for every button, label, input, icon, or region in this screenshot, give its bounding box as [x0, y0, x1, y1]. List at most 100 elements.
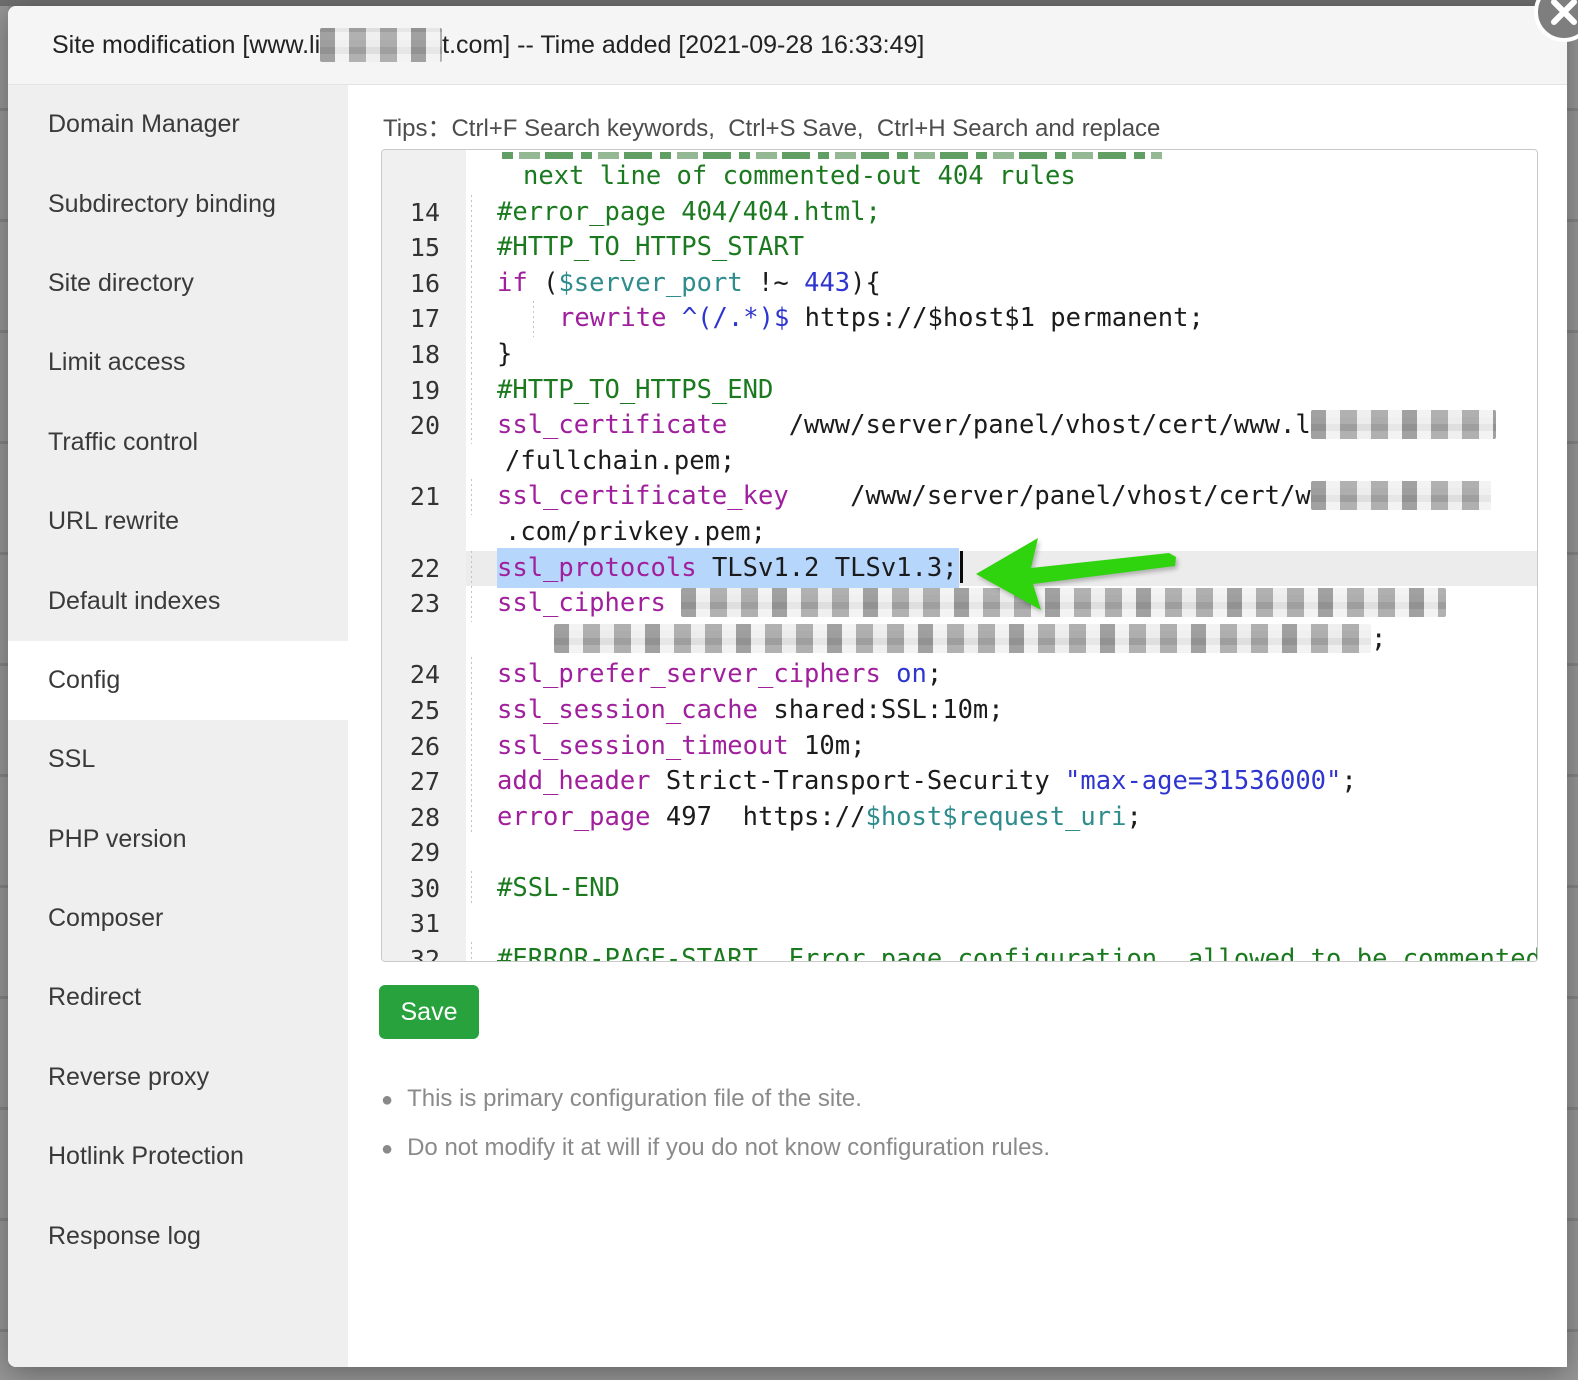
line-number: 22	[382, 550, 466, 587]
tips-line: Tips：Ctrl+F Search keywords, Ctrl+S Save…	[383, 108, 1160, 143]
code-line-28: 28 error_page 497 https://$host$request_u…	[382, 799, 1537, 836]
indent-guide	[471, 194, 472, 231]
sidebar-item-composer[interactable]: Composer	[8, 879, 348, 958]
code-text: ssl_session_timeout 10m;	[497, 730, 866, 761]
code-line: ;	[382, 621, 1537, 658]
sidebar-item-traffic-control[interactable]: Traffic control	[8, 403, 348, 482]
redacted-code-blur	[554, 623, 1371, 653]
code-text: #error_page 404/404.html;	[497, 196, 881, 227]
sidebar-item-limit-access[interactable]: Limit access	[8, 323, 348, 402]
bullet-icon: ●	[381, 1138, 394, 1160]
line-number: 32	[382, 942, 466, 961]
line-number: 24	[382, 657, 466, 693]
text-cursor	[959, 550, 963, 583]
save-button[interactable]: Save	[379, 985, 479, 1039]
code-line: .com/privkey.pem;	[382, 514, 1537, 551]
code-line-25: 25 ssl_session_cache shared:SSL:10m;	[382, 692, 1537, 729]
code-text: ssl_session_cache shared:SSL:10m;	[497, 694, 1004, 725]
note-item: ● Do not modify it at will if you do not …	[381, 1134, 1051, 1161]
line-number: 23	[382, 586, 466, 622]
indent-guide	[471, 301, 472, 337]
line-number	[382, 159, 466, 195]
code-line-20: 20 ssl_certificate /www/server/panel/vhos…	[382, 408, 1537, 444]
indent-guide	[471, 479, 472, 515]
sidebar-item-reverse-proxy[interactable]: Reverse proxy	[8, 1038, 348, 1117]
indent-guide	[533, 301, 534, 337]
code-line-26: 26 ssl_session_timeout 10m;	[382, 728, 1537, 765]
indent-guide	[471, 408, 472, 444]
code-text: }	[497, 338, 513, 369]
code-line-23: 23 ssl_ciphers	[382, 586, 1537, 622]
line-number	[382, 514, 466, 551]
line-number: 26	[382, 728, 466, 765]
code-line-21: 21 ssl_certificate_key /www/server/panel/…	[382, 479, 1537, 515]
code-text: ssl_prefer_server_ciphers on;	[497, 659, 943, 690]
indent-guide	[471, 550, 472, 587]
sidebar-item-subdirectory-binding[interactable]: Subdirectory binding	[8, 164, 348, 243]
sidebar-item-domain-manager[interactable]: Domain Manager	[8, 85, 348, 164]
line-number: 28	[382, 799, 466, 836]
line-number: 25	[382, 692, 466, 729]
code-text: if ($server_port !~ 443){	[497, 267, 881, 298]
indent-guide	[471, 764, 472, 800]
redacted-code-blur	[681, 588, 1447, 618]
indent-guide	[471, 336, 472, 373]
line-number: 21	[382, 479, 466, 515]
code-text: /fullchain.pem;	[505, 445, 736, 476]
line-number: 31	[382, 906, 466, 943]
bullet-icon: ●	[381, 1089, 394, 1111]
sidebar-item-php-version[interactable]: PHP version	[8, 800, 348, 879]
code-line-30: 30 #SSL-END	[382, 870, 1537, 907]
code-rows: next line of commented-out 404 rules 14 #e…	[382, 159, 1537, 961]
sidebar-item-hotlink-protection[interactable]: Hotlink Protection	[8, 1117, 348, 1196]
indent-guide	[471, 942, 472, 961]
dialog-header: Site modification [www.li t.com] -- Time …	[8, 6, 1567, 85]
sidebar-item-ssl[interactable]: SSL	[8, 720, 348, 799]
code-line-29: 29	[382, 835, 1537, 871]
code-text: rewrite ^(/.*)$ https://$host$1 permanen…	[559, 303, 1204, 334]
line-number: 30	[382, 870, 466, 907]
line-number: 29	[382, 835, 466, 871]
note-item: ● This is primary configuration file of t…	[381, 1085, 862, 1112]
clipped-top-line	[502, 152, 1162, 159]
line-number: 20	[382, 408, 466, 444]
indent-guide	[471, 657, 472, 693]
code-text: ssl_protocols TLSv1.2 TLSv1.3;	[466, 547, 1537, 588]
code-text: add_header Strict-Transport-Security "ma…	[497, 766, 1357, 797]
config-editor[interactable]: next line of commented-out 404 rules 14 #e…	[381, 149, 1538, 962]
sidebar-item-default-indexes[interactable]: Default indexes	[8, 561, 348, 640]
code-text: ssl_ciphers	[466, 586, 1537, 622]
sidebar-item-site-directory[interactable]: Site directory	[8, 244, 348, 323]
line-number: 27	[382, 764, 466, 800]
page-behind-right-strip	[1567, 0, 1578, 1380]
sidebar-item-config[interactable]: Config	[8, 640, 348, 721]
sidebar-item-redirect[interactable]: Redirect	[8, 958, 348, 1037]
code-text: ssl_certificate_key /www/server/panel/vh…	[466, 479, 1537, 515]
line-number	[382, 443, 466, 480]
code-line-27: 27 add_header Strict-Transport-Security "…	[382, 764, 1537, 800]
tips-label: Tips：	[383, 115, 452, 142]
code-line-15: 15 #HTTP_TO_HTTPS_START	[382, 230, 1537, 266]
sidebar: Domain Manager Subdirectory binding Site d…	[8, 85, 348, 1367]
selected-text: ssl_protocols TLSv1.2 TLSv1.3;	[497, 547, 959, 588]
code-line-18: 18}	[382, 336, 1537, 373]
code-text: ;	[466, 622, 1537, 658]
code-line-32: 32 #ERROR-PAGE-START Error page configura…	[382, 942, 1537, 961]
code-text: error_page 497 https://$host$request_uri…	[497, 801, 1142, 832]
code-line: next line of commented-out 404 rules	[382, 159, 1537, 195]
line-number: 15	[382, 230, 466, 266]
sidebar-item-response-log[interactable]: Response log	[8, 1196, 348, 1275]
line-number: 18	[382, 336, 466, 373]
code-line-16: 16 if ($server_port !~ 443){	[382, 265, 1537, 302]
indent-guide	[471, 372, 472, 409]
line-number: 17	[382, 301, 466, 337]
page-behind-left-strip	[0, 0, 8, 1380]
line-number: 16	[382, 265, 466, 302]
dialog-title: Site modification [www.li t.com] -- Time …	[52, 6, 924, 84]
sidebar-item-url-rewrite[interactable]: URL rewrite	[8, 482, 348, 561]
line-number	[382, 621, 466, 658]
indent-guide	[471, 586, 472, 622]
code-line-19: 19 #HTTP_TO_HTTPS_END	[382, 372, 1537, 409]
